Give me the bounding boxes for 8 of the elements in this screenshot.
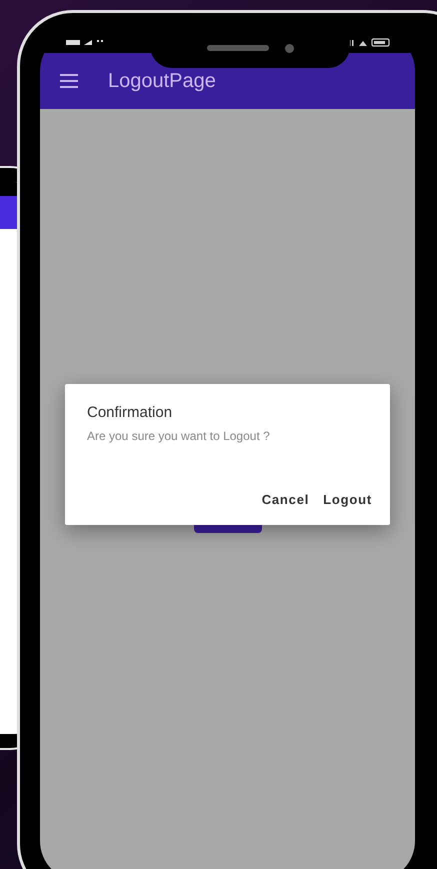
status-icons bbox=[66, 38, 106, 46]
menu-icon[interactable] bbox=[60, 74, 78, 88]
status-icons bbox=[349, 38, 391, 46]
dialog-action-button[interactable]: Logout bbox=[321, 488, 374, 511]
dialog-message: Are you sure you want to Logout ? bbox=[87, 429, 270, 443]
dialog-title: Confirmation bbox=[87, 404, 172, 421]
dialog-action-button[interactable]: Cancel bbox=[260, 488, 312, 511]
app-bar-title: LogoutPage bbox=[108, 70, 216, 92]
